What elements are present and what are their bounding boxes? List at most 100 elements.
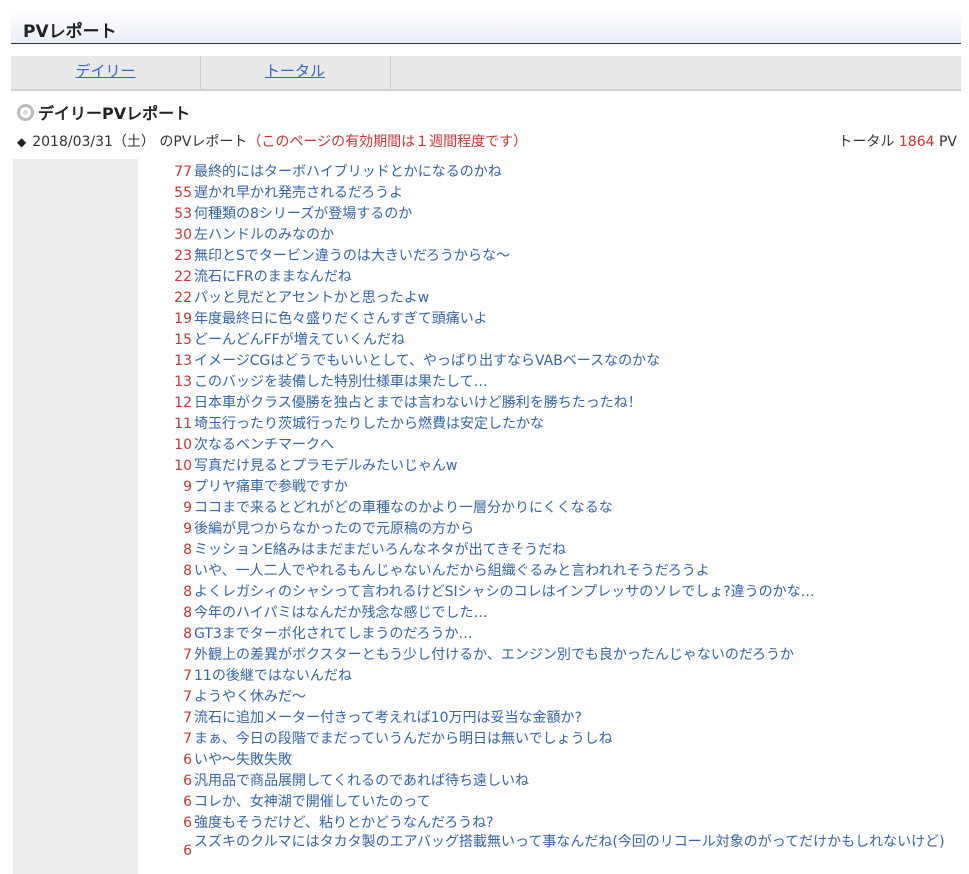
list-item: 30 左ハンドルのみなのか (138, 225, 957, 246)
entry-title-link[interactable]: いや〜失敗失敗 (194, 750, 957, 771)
list-item: 13 イメージCGはどうでもいいとして、やっぱり出すならVABベースなのかな (138, 351, 957, 372)
entry-list: 77 最終的にはターボハイブリッドとかになるのかね 55 遅かれ早かれ発売されるだろう… (138, 162, 957, 870)
list-item: 9 プリヤ痛車で参戦ですか (138, 477, 957, 498)
page-header: PVレポート (11, 10, 961, 44)
pv-count: 8 (183, 542, 192, 558)
pv-count: 8 (183, 605, 192, 621)
report-summary: ◆ 2018/03/31（土） のPVレポート（このページの有効期間は１週間程度で… (17, 131, 957, 153)
circle-bullet-icon (17, 103, 34, 121)
list-item: 7 ようやく休みだ〜 (138, 687, 957, 708)
pv-count: 11 (174, 416, 192, 432)
entry-title-link[interactable]: ココまで来るとどれがどの車種なのかより一層分かりにくくなるな (194, 498, 957, 519)
entry-title-link[interactable]: 11の後継ではないんだね (194, 666, 957, 687)
list-item: 7 11の後継ではないんだね (138, 666, 957, 687)
pv-count: 22 (174, 269, 192, 285)
tab-daily[interactable]: デイリー (11, 56, 201, 89)
pv-count: 7 (183, 647, 192, 663)
entry-title-link[interactable]: 遅かれ早かれ発売されるだろうよ (194, 183, 957, 204)
pv-count: 22 (174, 290, 192, 306)
list-item: 7 まぁ、今日の段階でまだっていうんだから明日は無いでしょうしね (138, 729, 957, 750)
pv-count: 13 (174, 374, 192, 390)
section-heading: デイリーPVレポート (17, 101, 190, 123)
pv-count: 77 (174, 164, 192, 180)
list-item: 8 ミッションE絡みはまだまだいろんなネタが出てきそうだね (138, 540, 957, 561)
list-item: 11 埼玉行ったり茨城行ったりしたから燃費は安定したかな (138, 414, 957, 435)
entry-title-link[interactable]: 年度最終日に色々盛りだくさんすぎて頭痛いよ (194, 309, 957, 330)
pv-count: 19 (174, 311, 192, 327)
entry-title-link[interactable]: 流石に追加メーター付きって考えれば10万円は妥当な金額か? (194, 708, 957, 729)
entry-title-link[interactable]: 今年のハイパミはなんだか残念な感じでした… (194, 603, 957, 624)
total-label: トータル (838, 134, 899, 150)
entry-title-link[interactable]: プリヤ痛車で参戦ですか (194, 477, 957, 498)
list-item: 8 GT3までターボ化されてしまうのだろうか… (138, 624, 957, 645)
list-item: 55 遅かれ早かれ発売されるだろうよ (138, 183, 957, 204)
entry-title-link[interactable]: 左ハンドルのみなのか (194, 225, 957, 246)
entry-title-link[interactable]: スズキのクルマにはタカタ製のエアバッグ搭載無いって事なんだね(今回のリコール対象… (194, 834, 957, 851)
pv-count: 55 (174, 185, 192, 201)
pv-count: 7 (183, 731, 192, 747)
pv-count: 6 (183, 752, 192, 768)
tab-total[interactable]: トータル (200, 56, 391, 89)
list-item: 53 何種類の8シリーズが登場するのか (138, 204, 957, 225)
pv-count: 10 (174, 437, 192, 453)
pv-count: 23 (174, 248, 192, 264)
entry-title-link[interactable]: 何種類の8シリーズが登場するのか (194, 204, 957, 225)
entry-title-link[interactable]: ミッションE絡みはまだまだいろんなネタが出てきそうだね (194, 540, 957, 561)
section-title-text: デイリーPVレポート (38, 104, 191, 123)
list-item: 10 次なるベンチマークへ (138, 435, 957, 456)
entry-title-link[interactable]: ようやく休みだ〜 (194, 687, 957, 708)
entry-title-link[interactable]: 埼玉行ったり茨城行ったりしたから燃費は安定したかな (194, 414, 957, 435)
pv-count: 8 (183, 626, 192, 642)
list-item: 7 外観上の差異がボクスターともう少し付けるか、エンジン別でも良かったんじゃないの… (138, 645, 957, 666)
list-item: 77 最終的にはターボハイブリッドとかになるのかね (138, 162, 957, 183)
pv-count: 12 (174, 395, 192, 411)
list-item: 6 汎用品で商品展開してくれるのであれば待ち遠しいね (138, 771, 957, 792)
entry-title-link[interactable]: 日本車がクラス優勝を独占とまでは言わないけど勝利を勝ちたったね！ (194, 393, 957, 414)
total-value: 1864 (898, 134, 935, 150)
entry-title-link[interactable]: 流石にFRのままなんだね (194, 267, 957, 288)
list-item: 9 後編が見つからなかったので元原稿の方から (138, 519, 957, 540)
pv-count: 6 (183, 794, 192, 810)
pv-count: 13 (174, 353, 192, 369)
entry-title-link[interactable]: このバッジを装備した特別仕様車は果たして… (194, 372, 957, 393)
pv-count: 9 (183, 479, 192, 495)
entry-title-link[interactable]: 写真だけ見るとプラモデルみたいじゃんw (194, 456, 957, 477)
pv-count: 8 (183, 584, 192, 600)
entry-title-link[interactable]: イメージCGはどうでもいいとして、やっぱり出すならVABベースなのかな (194, 351, 957, 372)
entry-title-link[interactable]: 汎用品で商品展開してくれるのであれば待ち遠しいね (194, 771, 957, 792)
entry-title-link[interactable]: よくレガシィのシャシって言われるけどSIシャシのコレはインプレッサのソレでしょ?… (194, 582, 957, 603)
pv-count: 30 (174, 227, 192, 243)
pv-count: 10 (174, 458, 192, 474)
list-item: 12 日本車がクラス優勝を独占とまでは言わないけど勝利を勝ちたったね！ (138, 393, 957, 414)
entry-title-link[interactable]: いや、一人二人でやれるもんじゃないんだから組織ぐるみと言われれそうだろうよ (194, 561, 957, 582)
pv-count: 53 (174, 206, 192, 222)
entry-title-link[interactable]: 次なるベンチマークへ (194, 435, 957, 456)
pv-report-page: PVレポート デイリー トータル デイリーPVレポート ◆ 2018/03/31（… (0, 0, 969, 874)
entry-title-link[interactable]: コレか、女神湖で開催していたのって (194, 792, 957, 813)
entry-title-link[interactable]: 最終的にはターボハイブリッドとかになるのかね (194, 162, 957, 183)
list-item: 6 いや〜失敗失敗 (138, 750, 957, 771)
entry-title-link[interactable]: GT3までターボ化されてしまうのだろうか… (194, 624, 957, 645)
pv-count: 8 (183, 563, 192, 579)
list-item: 6 スズキのクルマにはタカタ製のエアバッグ搭載無いって事なんだね(今回のリコール対… (138, 834, 957, 870)
entry-title-link[interactable]: まぁ、今日の段階でまだっていうんだから明日は無いでしょうしね (194, 729, 957, 750)
list-item: 6 強度もそうだけど、粘りとかどうなんだろうね? (138, 813, 957, 834)
pv-count: 7 (183, 710, 192, 726)
entry-title-link[interactable]: 後編が見つからなかったので元原稿の方から (194, 519, 957, 540)
pv-count: 15 (174, 332, 192, 348)
entry-title-link[interactable]: 無印とSでタービン違うのは大きいだろうからな〜 (194, 246, 957, 267)
list-item: 22 パッと見だとアセントかと思ったよw (138, 288, 957, 309)
page-title: PVレポート (23, 22, 117, 42)
entry-title-link[interactable]: どーんどんFFが増えていくんだね (194, 330, 957, 351)
list-item: 13 このバッジを装備した特別仕様車は果たして… (138, 372, 957, 393)
entry-title-link[interactable]: 強度もそうだけど、粘りとかどうなんだろうね? (194, 813, 957, 834)
list-item: 23 無印とSでタービン違うのは大きいだろうからな〜 (138, 246, 957, 267)
entry-title-link[interactable]: 外観上の差異がボクスターともう少し付けるか、エンジン別でも良かったんじゃないのだ… (194, 645, 957, 666)
validity-note: （このページの有効期間は１週間程度です） (247, 134, 528, 150)
list-item: 8 いや、一人二人でやれるもんじゃないんだから組織ぐるみと言われれそうだろうよ (138, 561, 957, 582)
entry-title-link[interactable]: パッと見だとアセントかと思ったよw (194, 288, 957, 309)
pv-count: 9 (183, 500, 192, 516)
total-pv: トータル 1864 PV (838, 131, 957, 151)
list-item: 15 どーんどんFFが増えていくんだね (138, 330, 957, 351)
list-item: 19 年度最終日に色々盛りだくさんすぎて頭痛いよ (138, 309, 957, 330)
